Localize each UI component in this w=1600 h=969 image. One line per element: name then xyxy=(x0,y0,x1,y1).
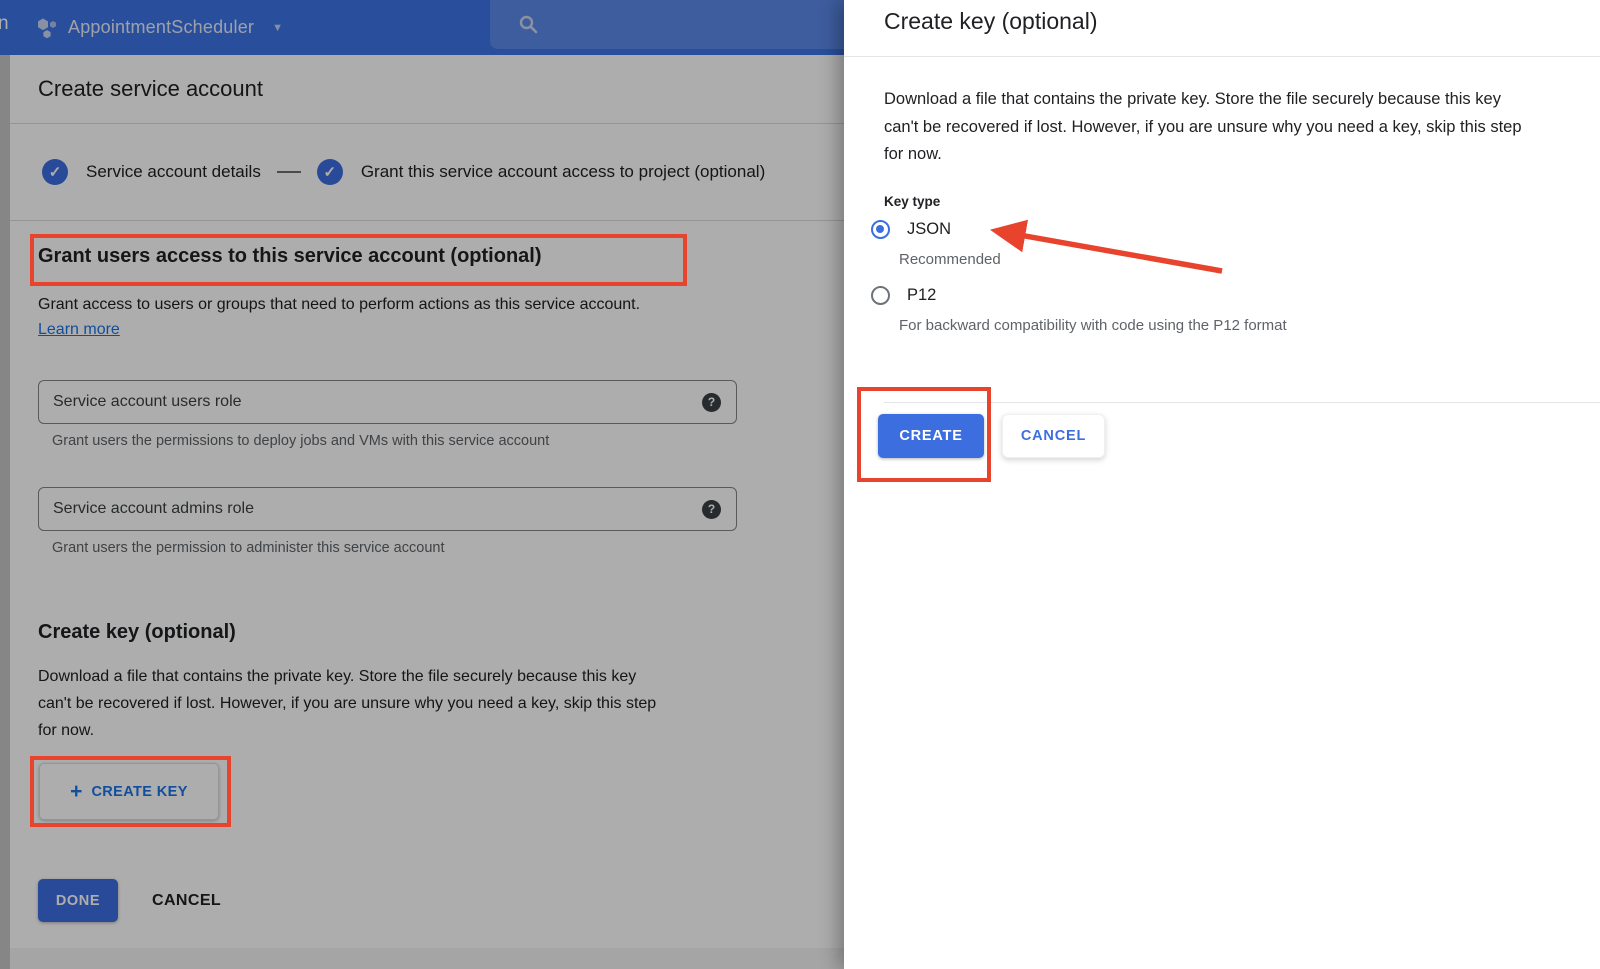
p12-option-description: For backward compatibility with code usi… xyxy=(899,317,1287,334)
radio-option-json[interactable]: JSON xyxy=(871,220,951,239)
panel-title: Create key (optional) xyxy=(884,8,1098,35)
create-button[interactable]: CREATE xyxy=(878,414,984,458)
divider xyxy=(844,56,1600,57)
json-option-description: Recommended xyxy=(899,251,1001,268)
create-key-panel: Create key (optional) Download a file th… xyxy=(844,0,1600,969)
key-type-label: Key type xyxy=(884,194,940,209)
screen: n AppointmentScheduler ▼ Create servic xyxy=(0,0,1600,969)
radio-unselected-icon[interactable] xyxy=(871,286,890,305)
radio-option-p12[interactable]: P12 xyxy=(871,286,936,305)
radio-selected-icon[interactable] xyxy=(871,220,890,239)
divider xyxy=(884,402,1600,403)
panel-description: Download a file that contains the privat… xyxy=(884,86,1584,169)
panel-cancel-button[interactable]: CANCEL xyxy=(1002,414,1105,458)
